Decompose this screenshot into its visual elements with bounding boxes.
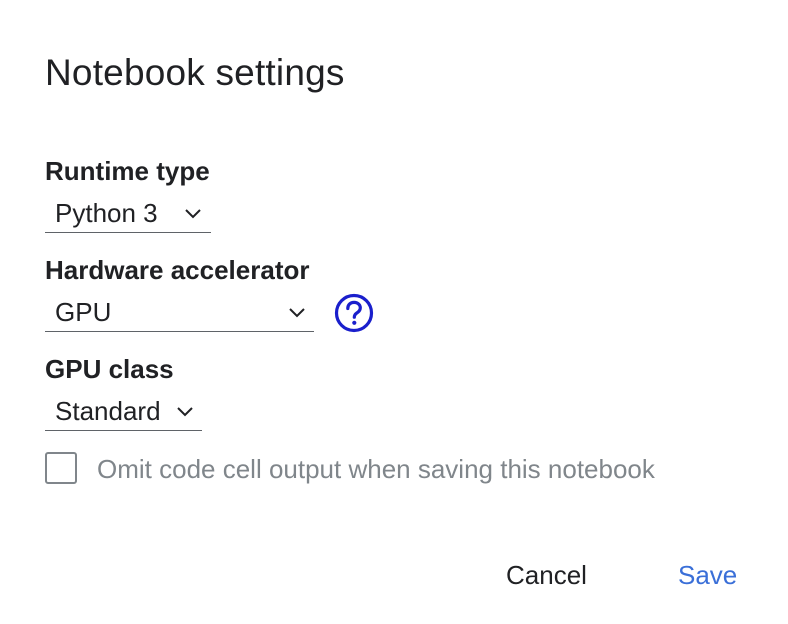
runtime-type-label: Runtime type <box>45 156 210 186</box>
help-circle-icon[interactable] <box>334 293 374 333</box>
runtime-type-select[interactable]: Python 3 <box>45 197 211 233</box>
omit-output-label: Omit code cell output when saving this n… <box>97 454 655 484</box>
gpu-class-label: GPU class <box>45 354 174 384</box>
cancel-button[interactable]: Cancel <box>506 555 587 595</box>
hardware-accelerator-select[interactable]: GPU <box>45 296 314 332</box>
gpu-class-value: Standard <box>55 396 161 426</box>
save-button[interactable]: Save <box>678 555 737 595</box>
chevron-down-icon <box>177 407 193 417</box>
chevron-down-icon <box>289 308 305 318</box>
runtime-type-value: Python 3 <box>55 198 158 228</box>
gpu-class-select[interactable]: Standard <box>45 395 202 431</box>
hardware-accelerator-label: Hardware accelerator <box>45 255 310 285</box>
dialog-title: Notebook settings <box>45 52 345 93</box>
hardware-accelerator-value: GPU <box>55 297 112 327</box>
notebook-settings-dialog: Notebook settings Runtime type Python 3 … <box>0 0 788 624</box>
chevron-down-icon <box>185 209 201 219</box>
omit-output-checkbox[interactable] <box>45 452 77 484</box>
